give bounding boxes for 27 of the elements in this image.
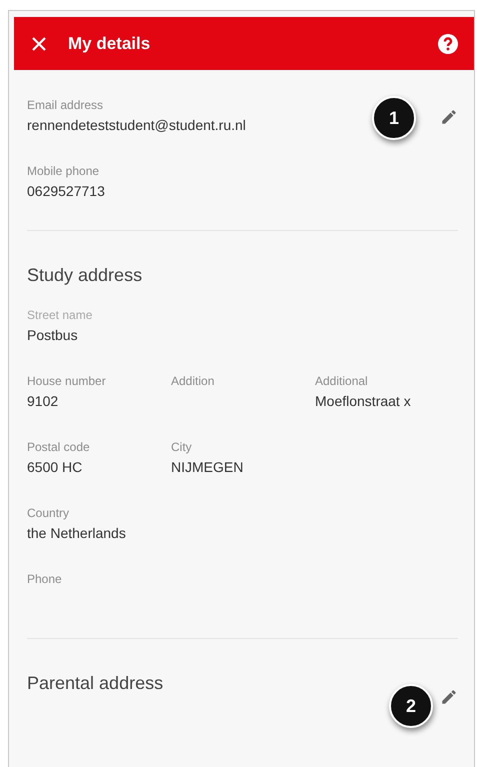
field-label: City xyxy=(171,440,193,454)
header-title: My details xyxy=(68,34,152,54)
callout-badge: 2 xyxy=(389,684,433,728)
field-value: rennendeteststudent@student.ru.nl xyxy=(27,117,246,133)
help-icon[interactable] xyxy=(438,34,458,54)
section-heading: Parental address xyxy=(27,673,164,694)
field-label: Postal code xyxy=(27,440,91,454)
field-value: Postbus xyxy=(27,327,78,343)
field-value: the Netherlands xyxy=(27,525,126,541)
pencil-icon[interactable] xyxy=(440,108,458,126)
field-label: Email address xyxy=(27,98,104,112)
field-label: Mobile phone xyxy=(27,164,100,178)
field-label: Street name xyxy=(27,308,94,322)
pencil-icon[interactable] xyxy=(440,688,458,706)
close-icon[interactable] xyxy=(32,36,46,50)
field-label: Country xyxy=(27,506,70,520)
field-value: NIJMEGEN xyxy=(171,459,244,475)
field-label: House number xyxy=(27,374,107,388)
callout-badge: 1 xyxy=(372,96,416,140)
field-value: 9102 xyxy=(27,393,58,409)
field-value: 0629527713 xyxy=(27,183,105,199)
field-value: 6500 HC xyxy=(27,459,82,475)
field-value: Moeflonstraat x xyxy=(315,393,411,409)
field-label: Additional xyxy=(315,374,369,388)
field-label: Phone xyxy=(27,572,63,586)
section-heading: Study address xyxy=(27,265,142,286)
field-label: Addition xyxy=(171,374,216,388)
